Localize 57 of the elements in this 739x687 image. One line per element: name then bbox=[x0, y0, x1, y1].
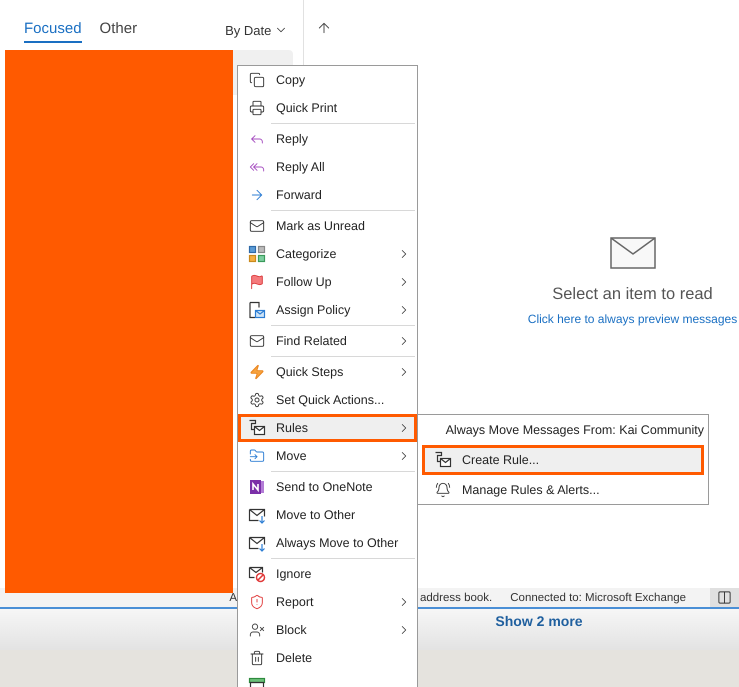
connection-status: Connected to: Microsoft Exchange bbox=[510, 592, 686, 604]
menu-item[interactable]: Always Move Messages From: Kai Community bbox=[422, 415, 704, 445]
menu-item[interactable]: Copy bbox=[238, 66, 417, 94]
menu-item[interactable]: Move bbox=[238, 442, 417, 470]
move-folder-icon bbox=[249, 448, 265, 464]
show-more-link[interactable]: Show 2 more bbox=[493, 609, 585, 633]
status-text: A bbox=[228, 592, 237, 604]
menu-item[interactable]: Move to Other bbox=[238, 501, 417, 529]
menu-item[interactable]: Always Move to Other bbox=[238, 529, 417, 557]
layout-icon bbox=[717, 590, 732, 605]
printer-icon bbox=[249, 100, 265, 116]
menu-item[interactable]: Mark as Unread bbox=[238, 212, 417, 240]
layout-button[interactable] bbox=[710, 588, 739, 607]
menu-item[interactable]: Follow Up bbox=[238, 268, 417, 296]
menu-item[interactable]: Report bbox=[238, 588, 417, 616]
rules-icon bbox=[248, 419, 266, 437]
sort-dropdown[interactable]: By Date bbox=[225, 18, 288, 42]
menu-item[interactable]: Forward bbox=[238, 181, 417, 209]
menu-item[interactable]: Set Quick Actions... bbox=[238, 386, 417, 414]
color-grid-icon bbox=[248, 245, 266, 263]
policy-icon bbox=[248, 301, 266, 319]
rules-icon bbox=[434, 451, 452, 469]
menu-item[interactable]: Ignore bbox=[238, 560, 417, 588]
lightning-icon bbox=[249, 364, 265, 380]
menu-item[interactable]: Create Rule... bbox=[422, 445, 704, 475]
bell-icon bbox=[435, 482, 451, 498]
envelope-icon bbox=[249, 333, 265, 349]
menu-item[interactable]: Categorize bbox=[238, 240, 417, 268]
menu-item[interactable]: Rules bbox=[238, 414, 417, 442]
envelope-icon bbox=[249, 218, 265, 234]
notebook-icon bbox=[248, 478, 266, 496]
preview-link[interactable]: Click here to always preview messages bbox=[528, 312, 738, 326]
empty-message: Select an item to read bbox=[552, 285, 713, 304]
envelope-block-icon bbox=[248, 565, 266, 583]
menu-item[interactable]: Find Related bbox=[238, 327, 417, 355]
flag-icon bbox=[249, 274, 265, 290]
menu-item[interactable]: Quick Print bbox=[238, 94, 417, 122]
person-block-icon bbox=[249, 622, 265, 638]
menu-item[interactable]: Quick Steps bbox=[238, 358, 417, 386]
menu-item[interactable]: Block bbox=[238, 616, 417, 644]
arrow-right-icon bbox=[249, 187, 265, 203]
tab[interactable]: Focused bbox=[24, 18, 82, 43]
menu-item[interactable]: Assign Policy bbox=[238, 296, 417, 324]
copy-icon bbox=[249, 72, 265, 88]
gear-icon bbox=[249, 392, 265, 408]
menu-item[interactable]: Send to OneNote bbox=[238, 473, 417, 501]
menu-item[interactable]: Delete bbox=[238, 644, 417, 672]
menu-item[interactable]: Reply bbox=[238, 125, 417, 153]
menu-item[interactable]: Manage Rules & Alerts... bbox=[422, 475, 704, 505]
shield-alert-icon bbox=[249, 594, 265, 610]
envelope-arrow-icon bbox=[248, 506, 266, 524]
envelope-icon bbox=[610, 237, 656, 269]
tab[interactable]: Other bbox=[100, 18, 138, 43]
trash-icon bbox=[249, 650, 265, 666]
envelope-arrow-icon bbox=[248, 534, 266, 552]
menu-item[interactable]: Reply All bbox=[238, 153, 417, 181]
status-text: address book. bbox=[420, 592, 492, 604]
